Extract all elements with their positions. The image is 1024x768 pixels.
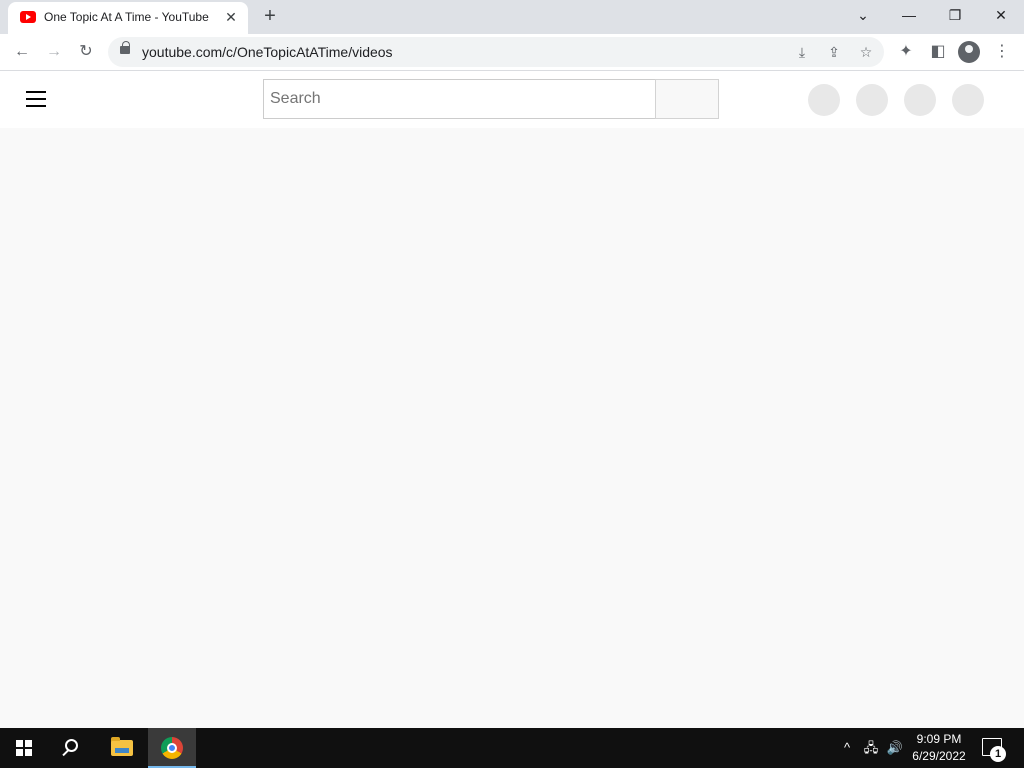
close-tab-icon[interactable]: ✕	[222, 8, 240, 26]
clock-time: 9:09 PM	[916, 732, 962, 746]
extensions-icon[interactable]: ✦	[894, 40, 918, 64]
tab-search-button[interactable]: ⌄	[840, 0, 886, 30]
tab-title: One Topic At A Time - YouTube	[44, 10, 209, 24]
taskbar-search-button[interactable]	[48, 728, 96, 768]
folder-icon	[111, 737, 133, 756]
network-icon[interactable]: 🖧	[862, 739, 880, 757]
show-hidden-icons-chevron-icon[interactable]: ^	[838, 739, 856, 757]
browser-tab-youtube[interactable]: One Topic At A Time - YouTube ✕	[8, 2, 248, 34]
address-bar[interactable]: youtube.com/c/OneTopicAtATime/videos ⤓ ⇪…	[108, 37, 884, 67]
tab-strip: One Topic At A Time - YouTube ✕ + ⌄ — ❐ …	[0, 0, 1024, 34]
search-icon	[65, 739, 78, 752]
notification-count-badge: 1	[990, 746, 1006, 762]
windows-taskbar: ^ 🖧 🔊 9:09 PM 6/29/2022 1	[0, 728, 1024, 768]
chrome-taskbar-button[interactable]	[148, 728, 196, 768]
chrome-icon	[161, 737, 183, 759]
restore-button[interactable]: ❐	[932, 0, 978, 30]
search-button[interactable]	[655, 79, 719, 119]
hamburger-menu-icon[interactable]	[26, 91, 46, 107]
youtube-icon	[20, 11, 36, 23]
system-clock[interactable]: 9:09 PM 6/29/2022	[904, 731, 974, 765]
volume-icon[interactable]: 🔊	[886, 739, 904, 757]
reload-button[interactable]: ↻	[74, 40, 98, 64]
lock-icon[interactable]	[120, 41, 130, 54]
file-explorer-button[interactable]	[98, 728, 146, 768]
loading-placeholder-icon	[808, 84, 840, 116]
browser-toolbar: ← → ↻ youtube.com/c/OneTopicAtATime/vide…	[0, 34, 1024, 71]
forward-button[interactable]: →	[42, 40, 66, 64]
profile-avatar-icon[interactable]	[958, 41, 980, 63]
share-icon[interactable]: ⇪	[822, 40, 846, 64]
loading-placeholder-icon	[952, 84, 984, 116]
page-content-area	[0, 128, 1024, 728]
new-tab-button[interactable]: +	[258, 5, 282, 29]
loading-placeholder-icon	[904, 84, 936, 116]
side-panel-icon[interactable]: ◧	[926, 40, 950, 64]
close-window-button[interactable]: ✕	[978, 0, 1024, 30]
back-button[interactable]: ←	[10, 40, 34, 64]
chrome-menu-icon[interactable]: ⋮	[990, 40, 1014, 64]
clock-date: 6/29/2022	[912, 749, 966, 763]
minimize-button[interactable]: —	[886, 0, 932, 30]
windows-logo-icon	[16, 740, 32, 756]
youtube-masthead	[0, 71, 1024, 128]
url-text[interactable]: youtube.com/c/OneTopicAtATime/videos	[142, 44, 393, 60]
search-input[interactable]	[264, 80, 655, 118]
bookmark-star-icon[interactable]: ☆	[854, 40, 878, 64]
start-button[interactable]	[0, 728, 48, 768]
search-box	[263, 79, 656, 119]
install-icon[interactable]: ⤓	[790, 40, 814, 64]
loading-placeholder-icon	[856, 84, 888, 116]
